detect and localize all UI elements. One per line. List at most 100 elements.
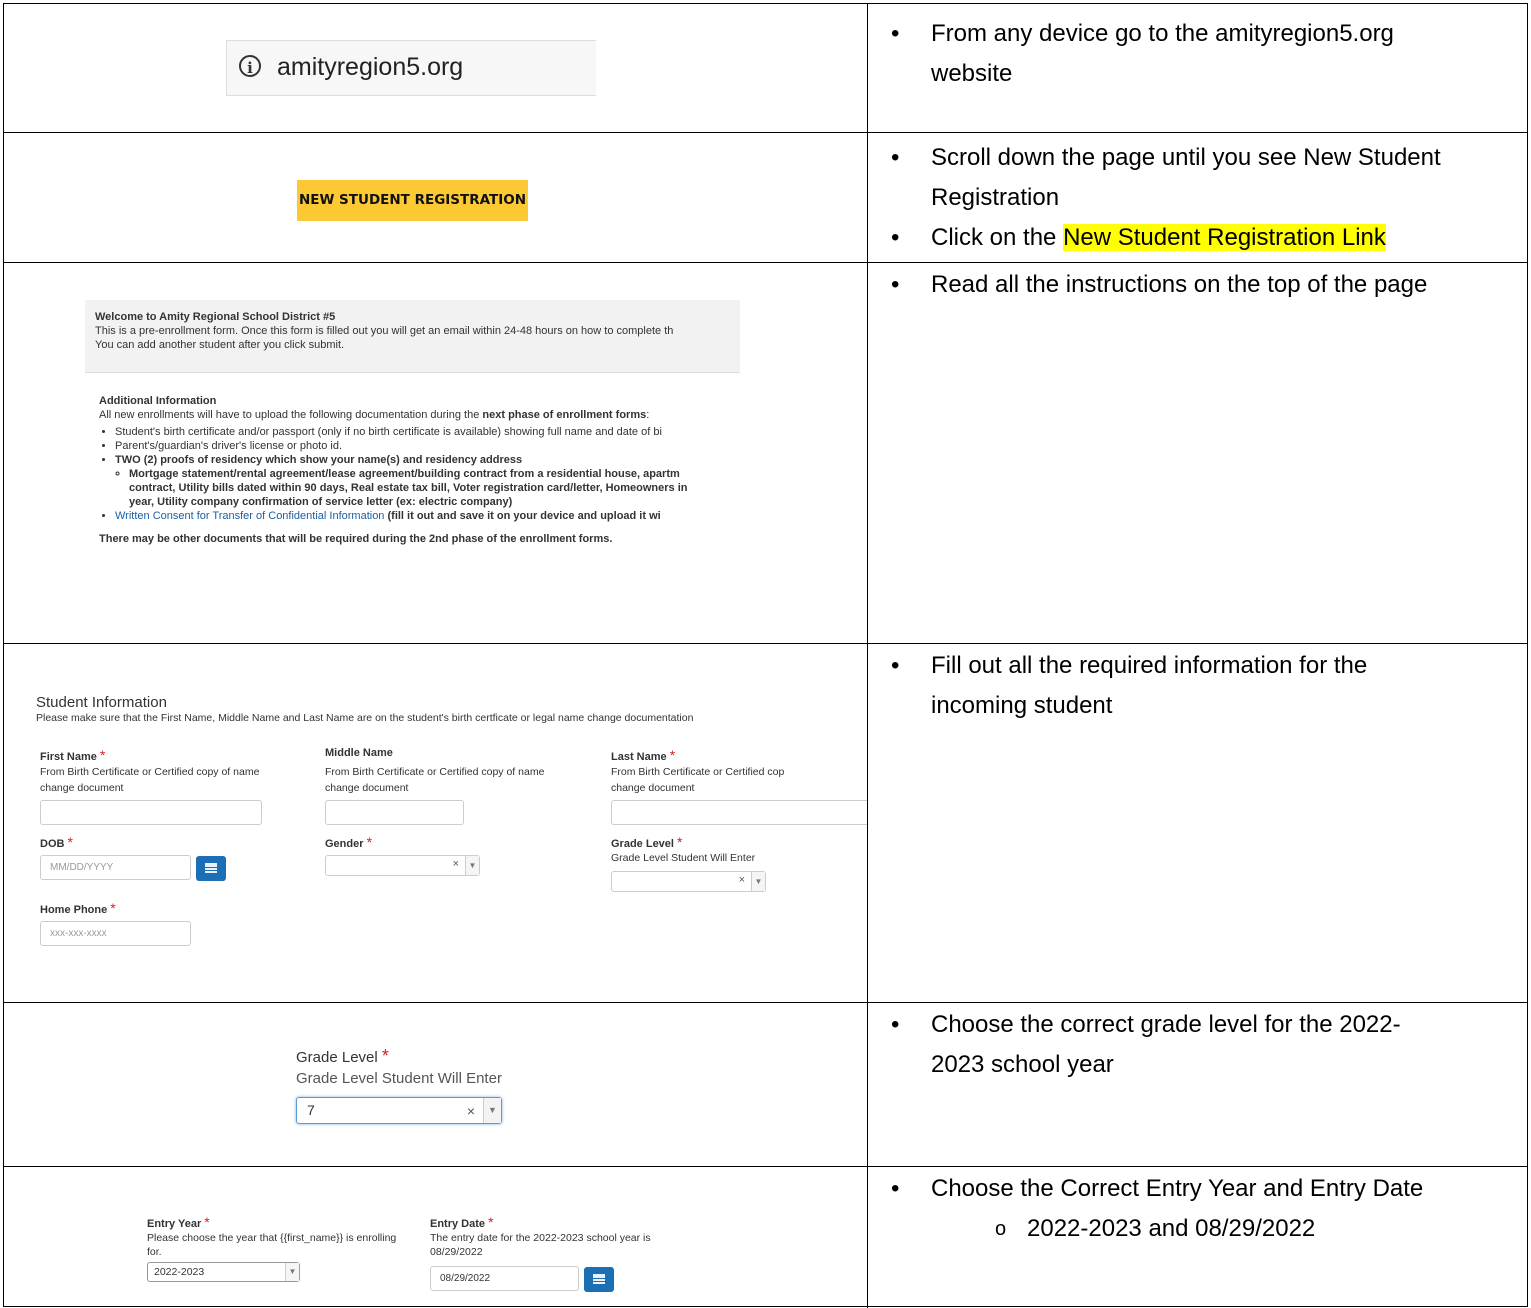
additional-info-title: Additional Information (99, 395, 217, 407)
home-phone-label: Home Phone * (40, 900, 116, 916)
last-name-label: Last Name * (611, 747, 675, 763)
screenshot-cell: Student Information Please make sure tha… (4, 644, 868, 1002)
required-marker: * (110, 900, 116, 916)
field-hint: The entry date for the 2022-2023 school … (430, 1231, 651, 1259)
field-hint: Please choose the year that {{first_name… (147, 1231, 396, 1259)
instruction-bullet: Scroll down the page until you see New S… (869, 138, 1451, 218)
sub-list-item: Mortgage statement/rental agreement/leas… (129, 467, 739, 509)
additional-info-intro: All new enrollments will have to upload … (99, 408, 739, 422)
field-hint: From Birth Certificate or Certified copy… (40, 764, 259, 796)
hint-line: The entry date for the 2022-2023 school … (430, 1232, 651, 1244)
table-row: Entry Year * Please choose the year that… (4, 1167, 1527, 1308)
hint-line: Please choose the year that {{first_name… (147, 1232, 397, 1244)
hint-line: 08/29/2022 (430, 1246, 483, 1258)
additional-information: Additional Information All new enrollmen… (99, 394, 739, 546)
clear-icon[interactable]: × (453, 858, 459, 870)
table-row: Student Information Please make sure tha… (4, 644, 1527, 1003)
calendar-icon[interactable] (584, 1267, 614, 1292)
gender-label: Gender * (325, 834, 372, 850)
screenshot-cell: i amityregion5.org (4, 4, 868, 132)
new-student-registration-button[interactable]: NEW STUDENT REGISTRATION (297, 180, 528, 221)
chevron-down-icon[interactable]: ▼ (483, 1098, 501, 1123)
entry-date-input[interactable]: 08/29/2022 (430, 1266, 579, 1291)
required-marker: * (381, 1046, 389, 1066)
welcome-text: This is a pre-enrollment form. Once this… (95, 325, 674, 337)
clear-icon[interactable]: × (739, 874, 745, 886)
instruction-bullet: Fill out all the required information fo… (869, 646, 1451, 726)
document-list: Student's birth certificate and/or passp… (99, 425, 739, 523)
home-phone-input[interactable]: xxx-xxx-xxxx (40, 921, 191, 946)
table-row: NEW STUDENT REGISTRATION Scroll down the… (4, 133, 1527, 263)
first-name-label: First Name * (40, 747, 105, 763)
label-text: Last Name (611, 751, 667, 763)
instruction-cell: Choose the correct grade level for the 2… (869, 1003, 1527, 1166)
instruction-cell: Fill out all the required information fo… (869, 644, 1527, 1002)
calendar-icon[interactable] (196, 856, 226, 881)
label-text: Gender (325, 838, 364, 850)
table-row: Grade Level * Grade Level Student Will E… (4, 1003, 1527, 1167)
hint-line: From Birth Certificate or Certified copy… (40, 766, 260, 778)
intro-text: All new enrollments will have to upload … (99, 409, 483, 421)
grade-level-hint: Grade Level Student Will Enter (296, 1070, 502, 1087)
field-hint: From Birth Certificate or Certified cop c… (611, 764, 784, 796)
chevron-down-icon[interactable]: ▼ (465, 856, 479, 875)
chevron-down-icon[interactable]: ▼ (285, 1263, 299, 1281)
hint-line: From Birth Certificate or Certified cop (611, 766, 785, 778)
instruction-bullet: Click on the New Student Registration Li… (869, 218, 1451, 258)
screenshot-cell: Welcome to Amity Regional School Distric… (4, 263, 868, 643)
entry-year-value: 2022-2023 (154, 1266, 205, 1278)
table-row: Welcome to Amity Regional School Distric… (4, 263, 1527, 644)
required-marker: * (67, 834, 73, 850)
label-text: Entry Date (430, 1218, 486, 1230)
screenshot-cell: Entry Year * Please choose the year that… (4, 1167, 868, 1308)
field-hint: From Birth Certificate or Certified copy… (325, 764, 544, 796)
welcome-text: You can add another student after you cl… (95, 339, 345, 351)
section-note: Please make sure that the First Name, Mi… (36, 712, 694, 724)
first-name-input[interactable] (40, 800, 262, 825)
required-marker: * (677, 834, 683, 850)
entry-year-select[interactable]: 2022-2023 ▼ (147, 1262, 300, 1282)
field-hint: Grade Level Student Will Enter (611, 852, 756, 864)
intro-suffix: : (646, 409, 650, 421)
additional-info-footer: There may be other documents that will b… (99, 533, 613, 545)
middle-name-input[interactable] (325, 800, 464, 825)
list-item-text: TWO (2) proofs of residency which show y… (115, 454, 523, 466)
dob-input[interactable]: MM/DD/YYYY (40, 855, 191, 880)
list-item: Written Consent for Transfer of Confiden… (115, 509, 739, 523)
instruction-sub-bullet: 2022-2023 and 08/29/2022 (869, 1209, 1477, 1249)
label-text: Grade Level (611, 838, 674, 850)
gender-select[interactable]: × ▼ (325, 855, 480, 876)
dob-label: DOB * (40, 834, 73, 850)
browser-address-bar[interactable]: i amityregion5.org (226, 40, 596, 96)
instruction-cell: From any device go to the amityregion5.o… (869, 4, 1527, 132)
instruction-cell: Choose the Correct Entry Year and Entry … (869, 1167, 1527, 1308)
label-text: Entry Year (147, 1218, 202, 1230)
instruction-table: i amityregion5.org From any device go to… (3, 3, 1528, 1308)
sub-line: Mortgage statement/rental agreement/leas… (129, 468, 680, 480)
last-name-input[interactable] (611, 800, 867, 825)
grade-level-select[interactable]: × ▼ (611, 871, 766, 892)
clear-icon[interactable]: × (467, 1103, 475, 1119)
label-text: Middle Name (325, 747, 393, 759)
url-text: amityregion5.org (277, 53, 464, 81)
grade-level-select[interactable]: 7 × ▼ (296, 1097, 502, 1124)
required-marker: * (366, 834, 373, 850)
label-text: First Name (40, 751, 97, 763)
sub-list: Mortgage statement/rental agreement/leas… (115, 467, 739, 509)
screenshot-cell: NEW STUDENT REGISTRATION (4, 133, 868, 262)
hint-line: change document (40, 782, 124, 794)
entry-date-label: Entry Date * (430, 1214, 494, 1230)
instruction-bullet: Choose the correct grade level for the 2… (869, 1005, 1451, 1085)
section-title: Student Information (36, 694, 167, 711)
required-marker: * (204, 1214, 210, 1230)
grade-level-label: Grade Level * (611, 834, 683, 850)
info-icon: i (239, 55, 261, 77)
entry-year-label: Entry Year * (147, 1214, 210, 1230)
required-marker: * (99, 747, 106, 763)
consent-form-link[interactable]: Written Consent for Transfer of Confiden… (115, 510, 384, 522)
table-row: i amityregion5.org From any device go to… (4, 4, 1527, 133)
instruction-bullet: From any device go to the amityregion5.o… (869, 14, 1451, 94)
chevron-down-icon[interactable]: ▼ (751, 872, 765, 891)
sub-line: contract, Utility bills dated within 90 … (129, 482, 688, 494)
hint-line: change document (325, 782, 409, 794)
